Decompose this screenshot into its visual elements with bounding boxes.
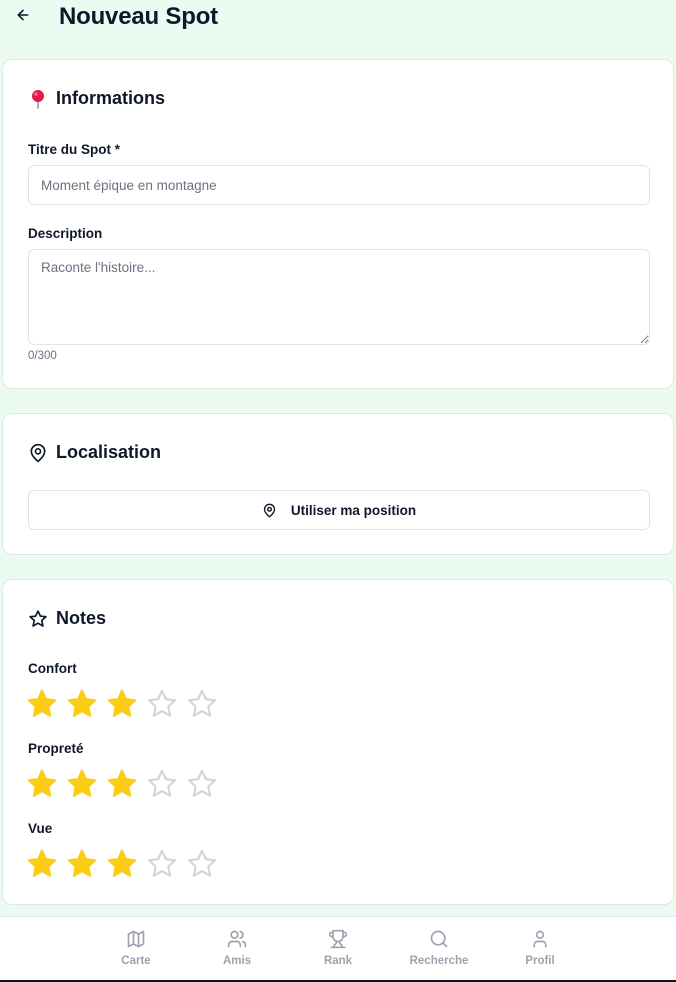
localisation-heading: Localisation	[28, 442, 161, 463]
users-icon	[227, 930, 247, 948]
star-empty-icon[interactable]	[186, 768, 218, 800]
star-outline-icon	[28, 609, 48, 629]
rating-label-vue: Vue	[28, 821, 53, 836]
back-button[interactable]	[12, 4, 34, 26]
informations-title: Informations	[56, 88, 166, 108]
nav-label-recherche: Recherche	[409, 955, 469, 967]
user-icon	[533, 930, 547, 948]
nav-label-amis: Amis	[222, 955, 252, 967]
nav-label-profil: Profil	[525, 955, 555, 967]
title-input[interactable]	[28, 165, 650, 205]
nav-item-rank[interactable]: Rank	[298, 929, 378, 967]
page-title: Nouveau Spot	[59, 3, 218, 30]
nav-item-amis[interactable]: Amis	[197, 929, 277, 967]
rating-label-confort: Confort	[28, 661, 77, 676]
localisation-title: Localisation	[56, 442, 162, 462]
bottom-nav: Carte Amis Rank Recherche Profil	[0, 916, 676, 982]
star-filled-icon[interactable]	[26, 688, 58, 720]
rating-stars-proprete	[26, 768, 218, 800]
description-counter: 0/300	[28, 350, 57, 362]
notes-title: Notes	[56, 608, 107, 628]
rating-label-proprete: Propreté	[28, 741, 84, 756]
page: Nouveau Spot Informations Titre du Spot …	[0, 0, 676, 982]
description-textarea[interactable]	[28, 249, 650, 345]
star-filled-icon[interactable]	[26, 848, 58, 880]
star-filled-icon[interactable]	[106, 768, 138, 800]
localisation-card: Localisation Utiliser ma position	[2, 413, 674, 555]
header: Nouveau Spot	[0, 0, 676, 40]
map-icon	[127, 930, 145, 948]
nav-label-carte: Carte	[121, 955, 151, 967]
star-empty-icon[interactable]	[186, 688, 218, 720]
pushpin-icon	[28, 89, 48, 109]
star-filled-icon[interactable]	[106, 848, 138, 880]
rating-stars-confort	[26, 688, 218, 720]
rating-stars-vue	[26, 848, 218, 880]
star-filled-icon[interactable]	[26, 768, 58, 800]
map-pin-icon	[28, 443, 48, 463]
nav-item-recherche[interactable]: Recherche	[399, 929, 479, 967]
star-empty-icon[interactable]	[146, 848, 178, 880]
star-filled-icon[interactable]	[66, 848, 98, 880]
nav-item-carte[interactable]: Carte	[96, 929, 176, 967]
star-empty-icon[interactable]	[186, 848, 218, 880]
nav-label-rank: Rank	[323, 955, 353, 967]
title-field-label: Titre du Spot *	[28, 142, 121, 157]
star-filled-icon[interactable]	[66, 688, 98, 720]
star-empty-icon[interactable]	[146, 768, 178, 800]
informations-heading: Informations	[28, 88, 165, 109]
description-field-label: Description	[28, 226, 103, 241]
use-position-button[interactable]: Utiliser ma position	[28, 490, 650, 530]
informations-card: Informations Titre du Spot * Description…	[2, 59, 674, 389]
trophy-icon	[328, 929, 348, 949]
star-filled-icon[interactable]	[106, 688, 138, 720]
notes-heading: Notes	[28, 608, 106, 629]
arrow-left-icon	[17, 9, 29, 21]
search-icon	[430, 930, 448, 948]
use-position-label: Utiliser ma position	[290, 502, 417, 518]
star-filled-icon[interactable]	[66, 768, 98, 800]
star-empty-icon[interactable]	[146, 688, 178, 720]
notes-card: Notes Confort Propreté Vue	[2, 579, 674, 905]
map-pin-icon	[263, 503, 276, 517]
nav-item-profil[interactable]: Profil	[500, 929, 580, 967]
